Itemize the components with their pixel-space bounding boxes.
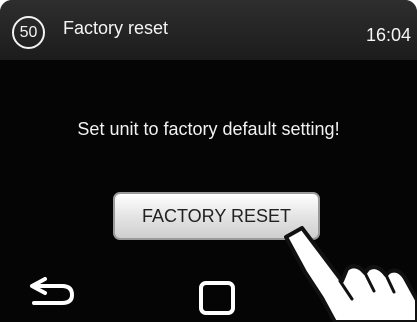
step-number-badge: 50	[12, 16, 45, 49]
tapping-hand-icon	[284, 226, 417, 322]
device-screen: 50 Factory reset 16:04 Set unit to facto…	[0, 0, 417, 322]
factory-reset-message: Set unit to factory default setting!	[77, 119, 340, 139]
clock-time: 16:04	[365, 25, 411, 45]
header-bar: 50 Factory reset 16:04	[0, 0, 417, 60]
page-title: Factory reset	[63, 18, 169, 38]
back-arrow-icon[interactable]	[27, 276, 77, 306]
home-square-icon[interactable]	[198, 280, 236, 316]
